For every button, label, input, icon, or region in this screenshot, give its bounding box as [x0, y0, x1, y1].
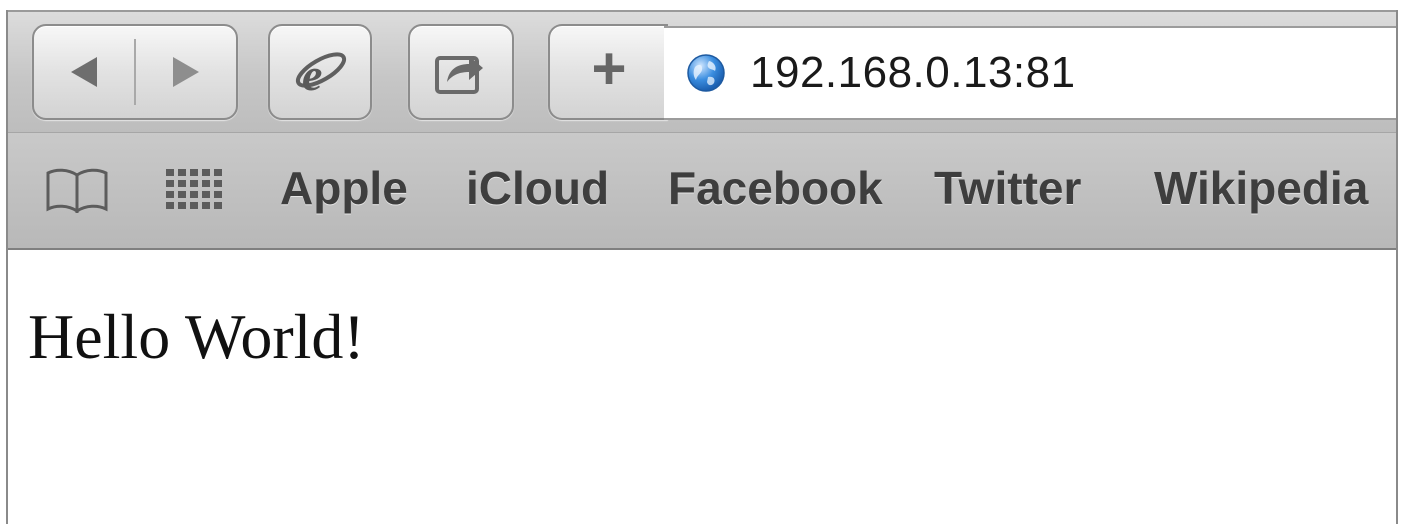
- address-bar[interactable]: 192.168.0.13:81: [664, 26, 1396, 120]
- forward-arrow-icon: [173, 57, 199, 87]
- bookmark-twitter[interactable]: Twitter: [934, 161, 1081, 215]
- url-text[interactable]: 192.168.0.13:81: [750, 48, 1076, 98]
- browser-toolbar: e + 192.168.0.13:81: [8, 10, 1396, 132]
- browser-window: e + 192.168.0.13:81 Apple iCloud Faceboo…: [6, 10, 1398, 524]
- back-arrow-icon: [71, 57, 97, 87]
- ie-button[interactable]: e: [268, 24, 372, 120]
- bookmark-apple[interactable]: Apple: [280, 161, 408, 215]
- share-button[interactable]: [408, 24, 514, 120]
- globe-icon: [687, 54, 725, 92]
- bookmark-icloud[interactable]: iCloud: [466, 161, 609, 215]
- new-tab-button[interactable]: +: [548, 24, 668, 120]
- svg-text:e: e: [302, 49, 322, 100]
- back-button[interactable]: [34, 26, 134, 118]
- grid-icon[interactable]: [166, 169, 224, 209]
- back-forward-buttons: [32, 24, 238, 120]
- hello-world-text: Hello World!: [28, 301, 365, 372]
- forward-button[interactable]: [136, 26, 236, 118]
- internet-explorer-icon: e: [295, 49, 347, 100]
- bookmarks-bar: Apple iCloud Facebook Twitter Wikipedia: [8, 132, 1396, 250]
- bookmark-facebook[interactable]: Facebook: [668, 161, 883, 215]
- book-icon[interactable]: [44, 167, 110, 213]
- bookmark-wikipedia[interactable]: Wikipedia: [1154, 161, 1368, 215]
- page-content: Hello World!: [8, 250, 1396, 524]
- add-label: +: [591, 35, 627, 102]
- share-icon: [435, 56, 483, 94]
